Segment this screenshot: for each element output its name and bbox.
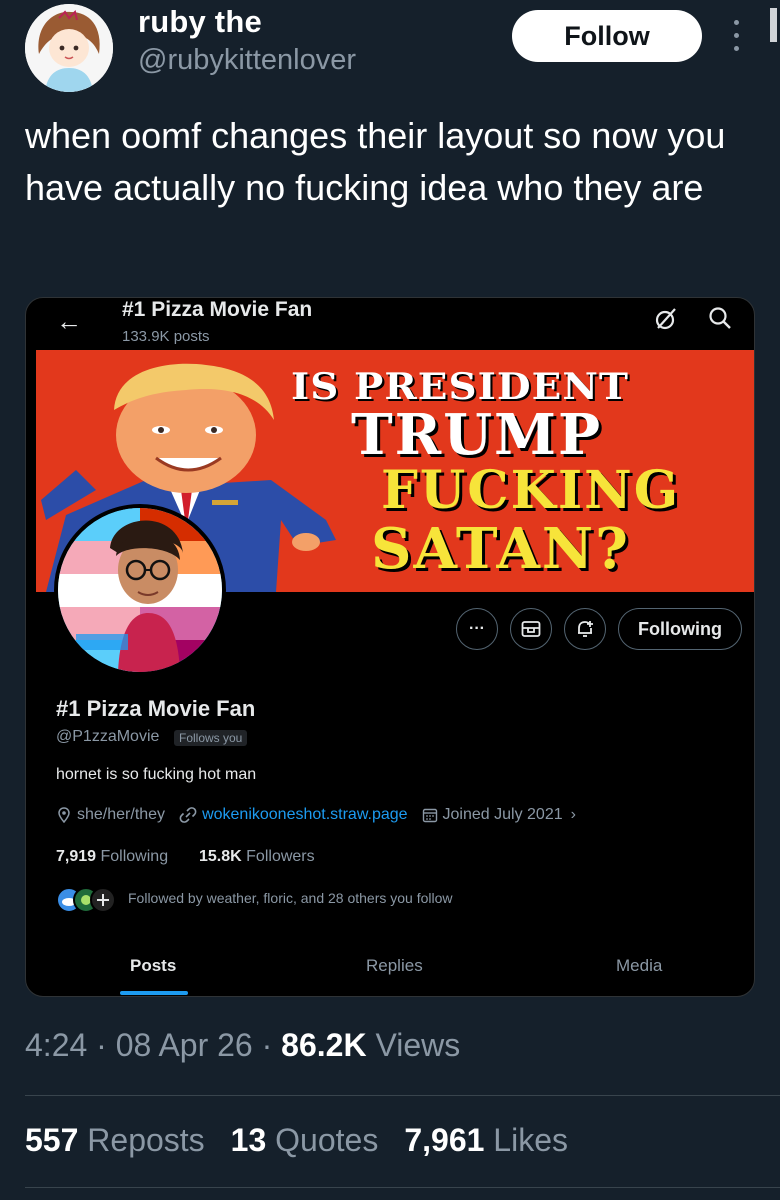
pronouns-text: she/her/they [77,806,166,823]
tweet-timestamp: 4:24 · 08 Apr 26 · 86.2K Views [25,1027,461,1063]
search-icon [709,307,731,329]
follow-counts: 7,919 Following 15.8K Followers [56,848,315,866]
followed-by-avatars[interactable] [56,887,120,913]
tweet-time[interactable]: 4:24 [25,1027,87,1063]
likes-label: Likes [493,1122,568,1158]
followers-label: Followers [246,848,315,865]
website-link[interactable]: wokenikooneshot.straw.page [202,806,407,824]
follow-button[interactable]: Follow [512,10,702,62]
more-options-icon[interactable] [726,18,746,54]
tweet-text: when oomf changes their layout so now yo… [25,115,726,208]
following-count: 7,919 [56,848,97,865]
profile-avatar [54,504,226,676]
likes-link[interactable]: 7,961 Likes [404,1122,568,1158]
following-label: Following [100,848,169,865]
banner-line-4: SATAN? [371,516,630,582]
tweet-stats: 557 Reposts 13 Quotes 7,961 Likes [25,1122,568,1159]
author-avatar-drawing [25,4,113,92]
tab-media[interactable]: Media [616,956,662,976]
location-icon [58,807,70,823]
mail-icon [521,621,541,637]
author-avatar[interactable] [25,4,113,92]
likes-count: 7,961 [404,1122,485,1158]
following-link[interactable]: 7,919 Following [56,848,168,865]
followed-by-text[interactable]: Followed by weather, floric, and 28 othe… [128,890,453,906]
reposts-label: Reposts [87,1122,205,1158]
follows-you-badge: Follows you [174,730,248,746]
active-tab-indicator [120,991,188,995]
tab-replies[interactable]: Replies [366,956,423,976]
back-arrow-icon: ← [56,306,82,336]
views-count: 86.2K [281,1027,367,1063]
quotes-link[interactable]: 13 Quotes [231,1122,379,1158]
shot-header-title: #1 Pizza Movie Fan [122,298,313,321]
banner-line-3: FUCKING [381,460,681,521]
quotes-count: 13 [230,1122,267,1158]
calendar-icon [422,808,437,823]
link-icon [179,807,197,823]
message-button[interactable] [510,608,552,650]
attached-image[interactable]: ← #1 Pizza Movie Fan 133.9K posts IS PRE… [25,297,755,997]
profile-name: #1 Pizza Movie Fan [56,696,256,721]
reposts-link[interactable]: 557 Reposts [25,1122,205,1158]
bell-plus-icon [578,621,593,637]
divider [25,1095,780,1096]
scrollbar-thumb[interactable] [770,8,777,42]
more-actions-button[interactable]: ··· [456,608,498,650]
views-label: Views [375,1027,461,1063]
notifications-button[interactable] [564,608,606,650]
profile-meta: she/her/they wokenikooneshot.straw.page … [56,806,576,824]
grok-icon [655,308,676,330]
author-name[interactable]: ruby the [138,4,262,40]
profile-handle: @P1zzaMovie [56,728,160,745]
author-handle[interactable]: @rubykittenlover [138,44,356,77]
banner-line-2: TRUMP [351,402,603,468]
following-button[interactable]: Following [618,608,742,650]
followers-count: 15.8K [199,848,242,865]
followers-link[interactable]: 15.8K Followers [199,848,315,865]
shot-header-posts: 133.9K posts [122,328,210,345]
chevron-right-icon[interactable]: › [571,806,576,824]
profile-avatar-drawing [58,508,222,672]
reposts-count: 557 [25,1122,79,1158]
profile-bio: hornet is so fucking hot man [56,766,257,783]
joined-text: Joined July 2021 [442,806,563,823]
quotes-label: Quotes [275,1122,379,1158]
tab-posts[interactable]: Posts [130,956,176,976]
divider [25,1187,780,1188]
tweet-date[interactable]: 08 Apr 26 [116,1027,253,1063]
